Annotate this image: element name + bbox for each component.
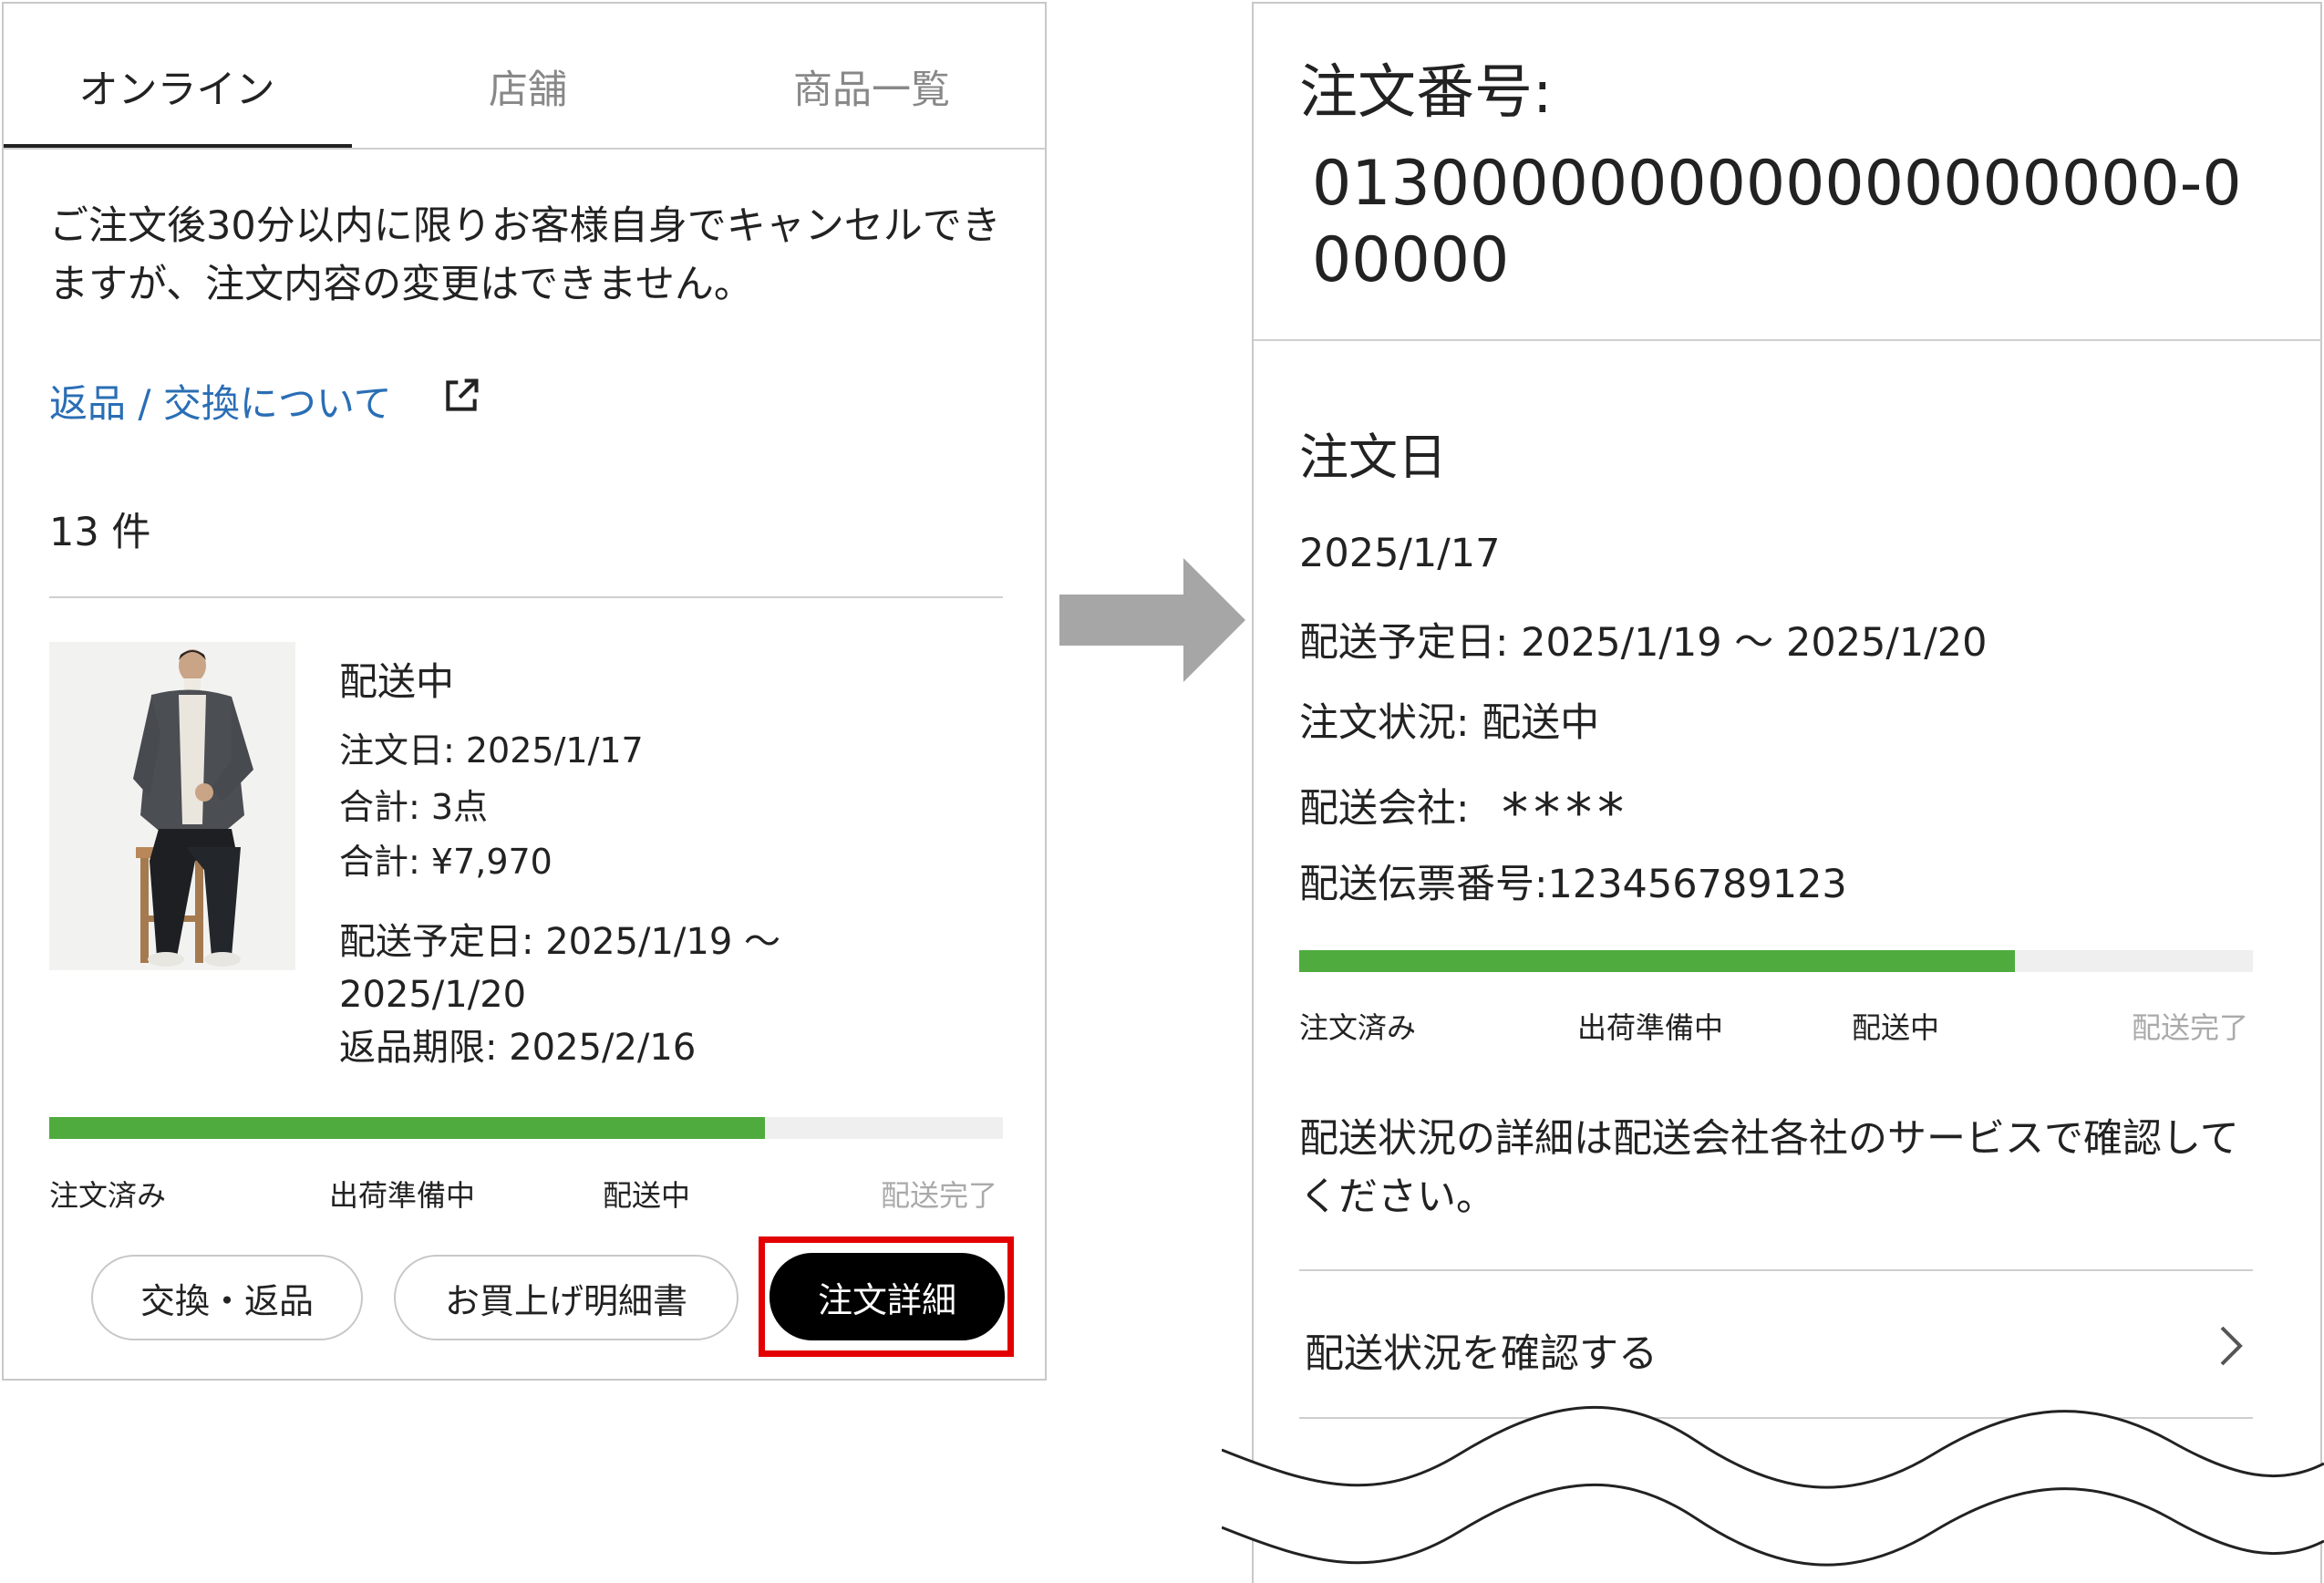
tab-store[interactable]: 店舗 [355, 58, 701, 115]
step-ordered: 注文済み [1299, 1010, 1417, 1045]
cancel-notice: ご注文後30分以内に限りお客様自身でキャンセルできますが、注文内容の変更はできま… [49, 203, 1001, 307]
step-preparing: 出荷準備中 [1577, 1010, 1724, 1045]
shipping-progress-bar [49, 1117, 1003, 1139]
tracking-number: 配送伝票番号:123456789123 [1299, 862, 1847, 907]
delivery-date-line2: 2025/1/20 [339, 974, 527, 1016]
tab-bar: オンライン 店舗 商品一覧 [4, 4, 1045, 150]
external-link-icon[interactable] [441, 376, 481, 416]
order-count: 13 件 [49, 510, 151, 555]
tracking-note: 配送状況の詳細は配送会社各社のサービスで確認してください。 [1299, 1116, 2239, 1220]
torn-edge-decoration [1222, 1405, 2324, 1567]
order-history-panel: オンライン 店舗 商品一覧 ご注文後30分以内に限りお客様自身でキャンセルできま… [2, 2, 1047, 1381]
divider [49, 596, 1003, 598]
receipt-button[interactable]: お買上げ明細書 [394, 1255, 739, 1340]
order-date: 注文日: 2025/1/17 [339, 730, 644, 771]
step-shipping: 配送中 [1852, 1010, 1940, 1045]
order-date-value: 2025/1/17 [1299, 531, 1501, 576]
chevron-right-icon [2220, 1326, 2243, 1366]
carrier: 配送会社: **** [1299, 772, 1629, 843]
order-number: 0130000000000000000000-000000 [1312, 148, 2242, 296]
shipping-progress-fill [49, 1117, 765, 1139]
delivery-info: 配送予定日: 2025/1/19 〜 2025/1/20 返品期限: 2025/… [339, 916, 850, 1074]
carrier-value: **** [1502, 781, 1630, 843]
divider [1254, 339, 2322, 341]
order-date-heading: 注文日 [1299, 429, 1447, 486]
carrier-label: 配送会社: [1299, 786, 1470, 832]
product-image[interactable] [49, 642, 295, 970]
step-shipping: 配送中 [603, 1178, 691, 1213]
return-exchange-link[interactable]: 返品 / 交換について [49, 373, 392, 429]
tab-product-list[interactable]: 商品一覧 [698, 58, 1045, 115]
divider [1299, 1269, 2253, 1271]
delivery-date: 配送予定日: 2025/1/19 〜 2025/1/20 [1299, 620, 1988, 666]
total-price: 合計: ¥7,970 [339, 842, 553, 882]
step-ordered: 注文済み [49, 1178, 167, 1213]
shipping-progress-fill [1299, 950, 2015, 972]
return-deadline: 返品期限: 2025/2/16 [339, 1027, 697, 1069]
order-number-label: 注文番号: [1299, 59, 1553, 127]
order-detail-panel: 注文番号: 0130000000000000000000-000000 注文日 … [1252, 2, 2324, 1583]
exchange-return-button[interactable]: 交換・返品 [91, 1255, 363, 1340]
order-status: 注文状況: 配送中 [1299, 700, 1600, 746]
tab-online[interactable]: オンライン [4, 58, 350, 115]
step-preparing: 出荷準備中 [329, 1178, 476, 1213]
shipping-progress-bar [1299, 950, 2253, 972]
flow-arrow-icon [1059, 558, 1245, 682]
step-delivered: 配送完了 [881, 1178, 998, 1213]
total-items: 合計: 3点 [339, 787, 489, 827]
delivery-date-line1: 配送予定日: 2025/1/19 〜 [339, 921, 781, 963]
highlight-frame [759, 1236, 1014, 1357]
shipping-status: 配送中 [339, 659, 455, 704]
step-delivered: 配送完了 [2132, 1010, 2249, 1045]
active-tab-indicator [4, 144, 352, 148]
